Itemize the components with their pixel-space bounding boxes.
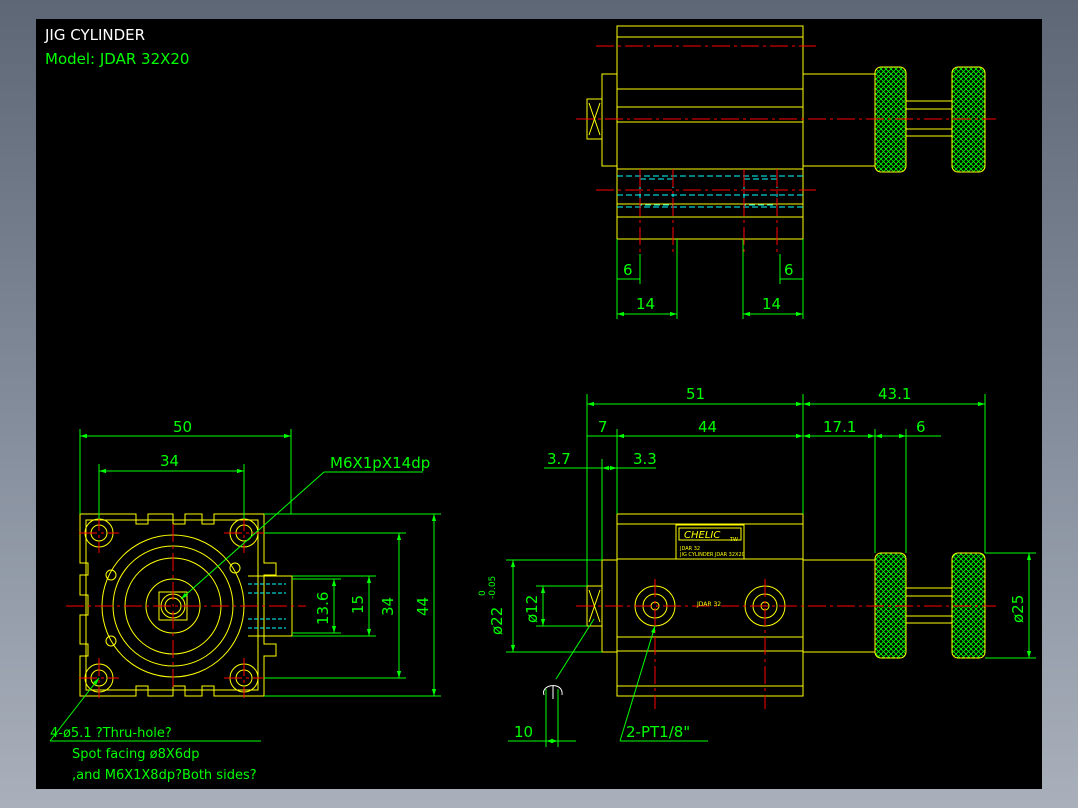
brand-name: CHELIC <box>684 530 720 541</box>
dim-side-tol-lower: -0.05 <box>488 576 498 599</box>
dim-side-3-7: 3.7 <box>547 450 571 468</box>
dim-side-10: 10 <box>514 723 533 741</box>
dim-side-6: 6 <box>916 418 926 436</box>
dim-side-dia-25: ø25 <box>1009 595 1027 623</box>
dim-side-3-3: 3.3 <box>633 450 657 468</box>
brand-tag: TW <box>729 537 738 543</box>
top-view-port-fitting <box>601 73 618 167</box>
port-note: 2-PT1/8" <box>626 723 690 741</box>
dim-side-51: 51 <box>686 385 705 403</box>
cad-drawing: JIG CYLINDER Model: JDAR 32X20 6 6 14 14… <box>44 25 1036 783</box>
plate-line-2: JIG CYLINDER JDAR 32X20 <box>679 552 745 558</box>
model-label: Model: JDAR 32X20 <box>45 50 189 68</box>
dim-top-left-6: 6 <box>623 261 633 279</box>
dim-side-44: 44 <box>698 418 717 436</box>
hole-note-line-3: ,and M6X1X8dp?Both sides? <box>72 768 257 783</box>
dim-front-50: 50 <box>173 418 192 436</box>
dim-front-34-vertical: 34 <box>379 597 397 616</box>
dim-front-15: 15 <box>349 595 367 614</box>
dim-front-44: 44 <box>414 597 432 616</box>
dim-side-dia-22: ø22 <box>488 607 506 635</box>
dim-side-7: 7 <box>598 418 608 436</box>
dim-side-dia-12: ø12 <box>523 595 541 623</box>
dim-top-left-14: 14 <box>636 295 655 313</box>
hole-note-line-1: 4-ø5.1 ?Thru-hole? <box>50 726 172 741</box>
dim-side-17-1: 17.1 <box>823 418 856 436</box>
hole-note-line-2: Spot facing ø8X6dp <box>72 747 200 762</box>
drawing-viewport: JIG CYLINDER Model: JDAR 32X20 6 6 14 14… <box>36 19 1042 789</box>
dim-top-right-6: 6 <box>784 261 794 279</box>
dim-front-13-6: 13.6 <box>314 592 332 625</box>
side-view <box>506 394 1036 747</box>
drawing-title: JIG CYLINDER <box>44 26 145 44</box>
dim-front-34: 34 <box>160 452 179 470</box>
dim-side-43-1: 43.1 <box>878 385 911 403</box>
dim-top-right-14: 14 <box>762 295 781 313</box>
front-view <box>49 429 441 742</box>
top-view-rod-housing <box>802 73 876 167</box>
thread-note: M6X1pX14dp <box>330 454 430 472</box>
dim-side-tol-upper: 0 <box>478 590 488 596</box>
body-mark: JDAR 32 <box>696 601 721 608</box>
